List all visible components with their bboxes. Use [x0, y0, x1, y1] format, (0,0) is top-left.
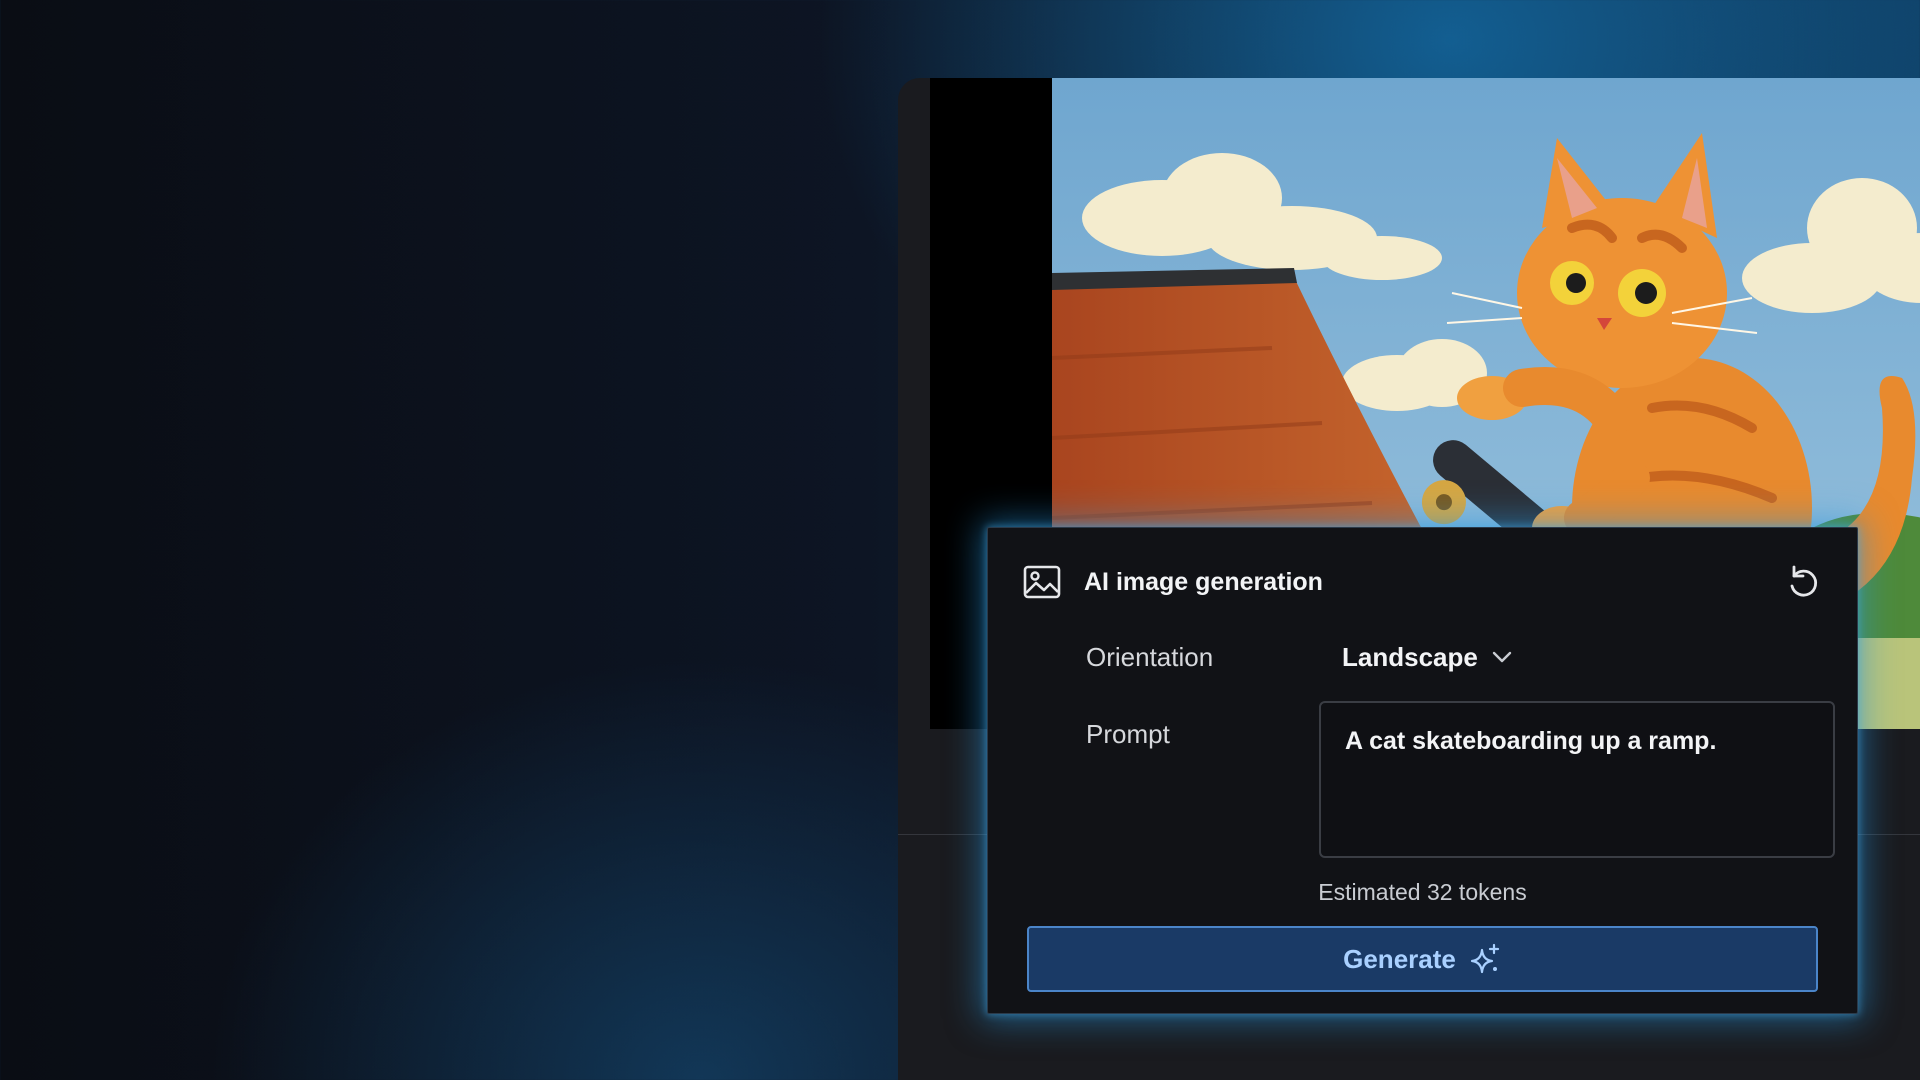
- prompt-label: Prompt: [1086, 719, 1170, 749]
- orientation-dropdown[interactable]: Landscape: [1342, 638, 1516, 676]
- ai-image-generation-panel: AI image generation Orientation Landscap…: [987, 527, 1858, 1014]
- reset-icon[interactable]: [1783, 562, 1823, 602]
- generate-button[interactable]: Generate: [1027, 926, 1818, 992]
- image-icon: [1022, 562, 1062, 602]
- panel-header: AI image generation: [1022, 562, 1823, 602]
- generate-label: Generate: [1343, 943, 1456, 974]
- token-estimate: Estimated 32 tokens: [1318, 879, 1527, 905]
- orientation-value: Landscape: [1342, 641, 1478, 672]
- sparkle-icon: [1468, 942, 1502, 976]
- orientation-label: Orientation: [1086, 642, 1214, 672]
- panel-title: AI image generation: [1084, 567, 1323, 596]
- chevron-down-icon: [1488, 643, 1516, 671]
- prompt-input[interactable]: A cat skateboarding up a ramp.: [1319, 701, 1835, 858]
